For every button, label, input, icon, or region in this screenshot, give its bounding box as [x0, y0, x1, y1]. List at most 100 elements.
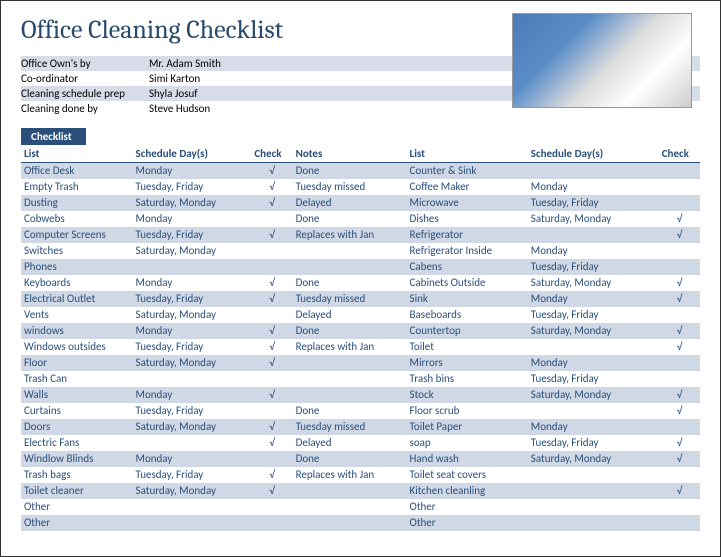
table-row: OtherOther: [21, 515, 700, 531]
col-sched2: Schedule Day(s): [528, 145, 659, 163]
cell-sched2: [528, 499, 659, 515]
cell-check2: √: [659, 211, 700, 227]
cell-list: Electrical Outlet: [21, 291, 133, 307]
cell-list2: Dishes: [407, 211, 528, 227]
cell-list2: Toilet Paper: [407, 419, 528, 435]
cell-notes: [293, 243, 407, 259]
cell-notes: Done: [293, 163, 407, 179]
cell-list2: Counter & Sink: [407, 163, 528, 179]
table-row: DoorsSaturday, Monday√Tuesday missedToil…: [21, 419, 700, 435]
cell-notes: [293, 515, 407, 531]
table-row: Electric Fans√DelayedsoapTuesday, Friday…: [21, 435, 700, 451]
cell-list: Office Desk: [21, 163, 133, 179]
cell-notes: Done: [293, 451, 407, 467]
cell-check: √: [251, 339, 292, 355]
cell-sched: Saturday, Monday: [133, 195, 252, 211]
cell-sched: Saturday, Monday: [133, 307, 252, 323]
cell-check: [251, 307, 292, 323]
cell-sched2: Tuesday, Friday: [528, 435, 659, 451]
cell-list: Empty Trash: [21, 179, 133, 195]
cell-notes: Replaces with Jan: [293, 467, 407, 483]
cell-check2: [659, 371, 700, 387]
cell-check: √: [251, 323, 292, 339]
cell-sched: Tuesday, Friday: [133, 227, 252, 243]
cell-check: √: [251, 387, 292, 403]
cell-check: √: [251, 419, 292, 435]
cell-list2: Cabens: [407, 259, 528, 275]
cell-sched: Monday: [133, 387, 252, 403]
cell-sched2: Tuesday, Friday: [528, 307, 659, 323]
cell-sched2: Monday: [528, 419, 659, 435]
cell-check: √: [251, 435, 292, 451]
cell-sched: Monday: [133, 211, 252, 227]
cell-check: [251, 403, 292, 419]
cell-notes: [293, 483, 407, 499]
cell-check: [251, 259, 292, 275]
meta-label: Cleaning schedule prep: [21, 87, 149, 100]
cell-check2: √: [659, 275, 700, 291]
cell-sched: [133, 259, 252, 275]
cell-check: √: [251, 291, 292, 307]
cell-sched2: Saturday, Monday: [528, 323, 659, 339]
cell-notes: Delayed: [293, 435, 407, 451]
cell-check2: [659, 163, 700, 179]
col-check: Check: [251, 145, 292, 163]
cell-list2: Baseboards: [407, 307, 528, 323]
table-body: Office DeskMonday√DoneCounter & SinkEmpt…: [21, 163, 700, 531]
cell-check2: [659, 515, 700, 531]
checklist-tag: Checklist: [21, 128, 86, 145]
meta-value: Simi Karton: [149, 72, 200, 85]
cell-list: Electric Fans: [21, 435, 133, 451]
cell-list2: Countertop: [407, 323, 528, 339]
cell-list: Toilet cleaner: [21, 483, 133, 499]
cell-sched2: Saturday, Monday: [528, 451, 659, 467]
cell-check2: [659, 243, 700, 259]
cell-sched: [133, 435, 252, 451]
cell-notes: Delayed: [293, 195, 407, 211]
table-row: Toilet cleanerSaturday, Monday√Kitchen c…: [21, 483, 700, 499]
cell-check: √: [251, 179, 292, 195]
cell-list: Trash bags: [21, 467, 133, 483]
cell-check: [251, 371, 292, 387]
cell-sched: Tuesday, Friday: [133, 339, 252, 355]
cell-sched2: [528, 515, 659, 531]
cell-notes: Replaces with Jan: [293, 227, 407, 243]
cell-list: Switches: [21, 243, 133, 259]
table-row: Office DeskMonday√DoneCounter & Sink: [21, 163, 700, 179]
cell-list: Doors: [21, 419, 133, 435]
table-row: CobwebsMondayDoneDishesSaturday, Monday√: [21, 211, 700, 227]
cell-sched2: Saturday, Monday: [528, 275, 659, 291]
cell-notes: Tuesday missed: [293, 179, 407, 195]
cell-list2: Stock: [407, 387, 528, 403]
cell-sched2: [528, 339, 659, 355]
cell-notes: [293, 371, 407, 387]
cell-check: [251, 515, 292, 531]
cell-list2: Hand wash: [407, 451, 528, 467]
table-row: Electrical OutletTuesday, Friday√Tuesday…: [21, 291, 700, 307]
meta-label: Cleaning done by: [21, 102, 149, 115]
cell-notes: [293, 499, 407, 515]
meta-label: Co-ordinator: [21, 72, 149, 85]
cell-list2: Other: [407, 515, 528, 531]
cell-list2: Floor scrub: [407, 403, 528, 419]
title: Office Cleaning Checklist: [21, 13, 283, 45]
cell-sched2: Saturday, Monday: [528, 211, 659, 227]
cell-sched: [133, 499, 252, 515]
cell-sched2: Monday: [528, 243, 659, 259]
cell-sched2: Tuesday, Friday: [528, 195, 659, 211]
cell-sched2: Tuesday, Friday: [528, 371, 659, 387]
cell-list: Walls: [21, 387, 133, 403]
table-row: Trash bagsTuesday, Friday√Replaces with …: [21, 467, 700, 483]
cell-check2: √: [659, 435, 700, 451]
cell-list: Phones: [21, 259, 133, 275]
cell-notes: [293, 355, 407, 371]
cell-sched2: [528, 403, 659, 419]
cell-check2: √: [659, 451, 700, 467]
col-list2: List: [407, 145, 528, 163]
cell-sched: Tuesday, Friday: [133, 179, 252, 195]
document-page: Office Cleaning Checklist Office Own's b…: [1, 1, 720, 541]
cell-notes: Tuesday missed: [293, 291, 407, 307]
cell-list2: Other: [407, 499, 528, 515]
cell-list2: Sink: [407, 291, 528, 307]
cell-check: [251, 243, 292, 259]
